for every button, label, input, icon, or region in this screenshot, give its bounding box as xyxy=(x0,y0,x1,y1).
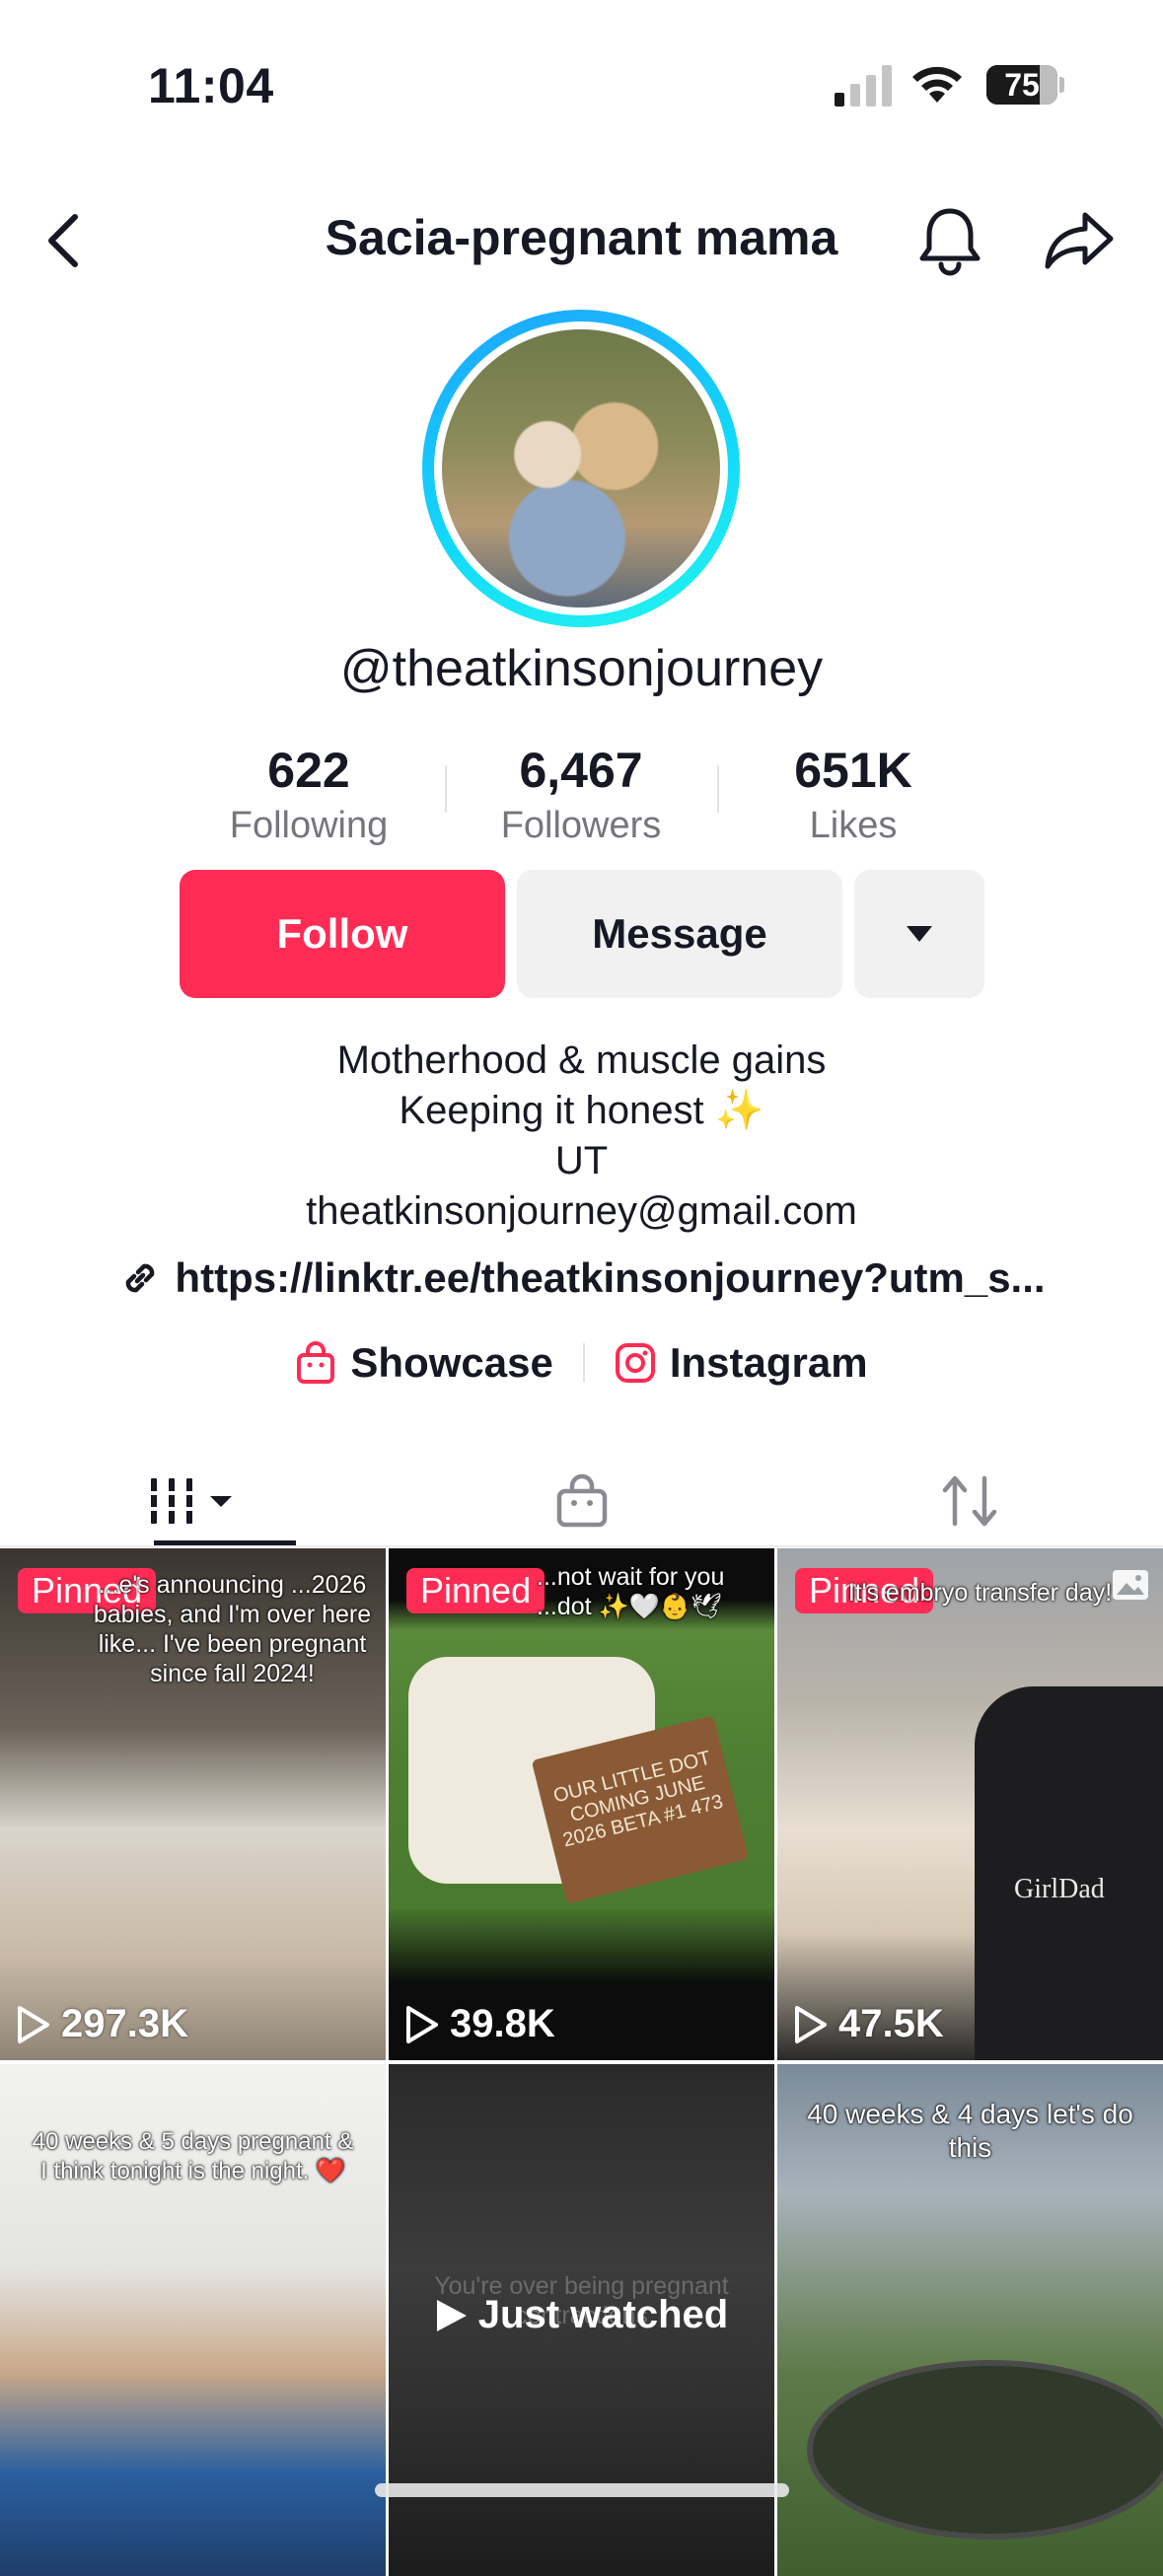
video-grid-icon xyxy=(146,1478,232,1524)
just-watched-label: Just watched xyxy=(389,2293,774,2337)
bio-link[interactable]: https://linktr.ee/theatkinsonjourney?utm… xyxy=(0,1254,1163,1302)
follow-button[interactable]: Follow xyxy=(180,870,505,998)
view-count-value: 297.3K xyxy=(61,2002,188,2045)
instagram-icon xyxy=(615,1343,655,1383)
showcase-label: Showcase xyxy=(350,1339,553,1386)
message-button[interactable]: Message xyxy=(517,870,842,998)
view-count-value: 39.8K xyxy=(450,2002,555,2045)
status-time: 11:04 xyxy=(148,58,274,113)
social-divider xyxy=(582,1343,585,1383)
stat-followers-value: 6,467 xyxy=(519,743,643,798)
avatar[interactable] xyxy=(422,310,740,627)
tab-reposts[interactable] xyxy=(775,1460,1163,1542)
stat-followers[interactable]: 6,467 Followers xyxy=(453,742,709,847)
video-tile[interactable]: GirlDad Pinned It's embryo transfer day!… xyxy=(777,1548,1163,2060)
video-caption: 40 weeks & 5 days pregnant & I think ton… xyxy=(32,2128,354,2184)
wifi-icon xyxy=(912,66,962,103)
stat-followers-label: Followers xyxy=(500,805,662,846)
instagram-label: Instagram xyxy=(669,1339,868,1386)
home-indicator xyxy=(375,2483,789,2497)
shirt-dark: GirlDad xyxy=(975,1686,1163,2060)
video-tile[interactable]: You're over being pregnant contractions … xyxy=(389,2064,774,2576)
play-icon xyxy=(18,2005,49,2043)
stat-likes-value: 651K xyxy=(794,743,912,798)
video-caption: It's embryo transfer day! xyxy=(847,1579,1113,1607)
tab-videos[interactable] xyxy=(0,1460,388,1542)
video-tile[interactable]: Pinned ...e's announcing ...2026 babies,… xyxy=(0,1548,386,2060)
stat-following-value: 622 xyxy=(267,743,350,798)
more-options-button[interactable] xyxy=(854,870,984,998)
view-count: 47.5K xyxy=(793,2002,944,2046)
username-handle: @theatkinsonjourney xyxy=(339,640,824,697)
trampoline xyxy=(807,2360,1163,2540)
bio-line: Keeping it honest ✨ xyxy=(399,1089,764,1132)
avatar-photo xyxy=(442,329,720,608)
social-links: Showcase Instagram xyxy=(0,1339,1163,1387)
tab-shop[interactable] xyxy=(388,1460,775,1542)
stat-following-label: Following xyxy=(229,805,389,846)
caret-down-icon xyxy=(907,926,932,942)
shopping-bag-icon xyxy=(556,1473,607,1528)
stat-likes[interactable]: 651K Likes xyxy=(725,742,981,847)
stat-divider xyxy=(717,765,719,813)
battery-tip xyxy=(1059,77,1064,93)
stat-likes-label: Likes xyxy=(809,805,898,846)
bio-email: theatkinsonjourney@gmail.com xyxy=(306,1189,857,1233)
play-icon xyxy=(436,2299,467,2331)
shopping-bag-icon xyxy=(297,1341,335,1384)
showcase-link[interactable]: Showcase xyxy=(295,1339,553,1387)
just-watched-text: Just watched xyxy=(477,2293,729,2336)
stat-following[interactable]: 622 Following xyxy=(181,742,437,847)
tabs-divider xyxy=(0,1545,1163,1547)
video-caption: ...e's announcing ...2026 babies, and I'… xyxy=(93,1571,372,1687)
video-tile[interactable]: 40 weeks & 4 days let's do this xyxy=(777,2064,1163,2576)
bell-icon[interactable] xyxy=(917,205,982,276)
share-icon[interactable] xyxy=(1044,209,1115,272)
view-count-value: 47.5K xyxy=(838,2002,944,2045)
repost-icon xyxy=(942,1475,996,1527)
bio-line: UT xyxy=(554,1139,609,1182)
shirt-text: GirlDad xyxy=(1014,1874,1105,1904)
play-icon xyxy=(795,2005,827,2043)
link-icon xyxy=(126,1263,155,1293)
view-count: 297.3K xyxy=(16,2002,188,2046)
video-tile[interactable]: 40 weeks & 5 days pregnant & I think ton… xyxy=(0,2064,386,2576)
photo-icon xyxy=(1113,1570,1148,1600)
video-tile[interactable]: OUR LITTLE DOT COMING JUNE 2026 BETA #1 … xyxy=(389,1548,774,2060)
profile-title: Sacia-pregnant mama xyxy=(325,210,838,265)
stat-divider xyxy=(445,765,447,813)
battery-icon: 75 xyxy=(986,65,1057,105)
instagram-link[interactable]: Instagram xyxy=(615,1339,868,1387)
bio-line: Motherhood & muscle gains xyxy=(336,1038,827,1082)
video-caption: 40 weeks & 4 days let's do this xyxy=(807,2099,1133,2163)
bio-link-text: https://linktr.ee/theatkinsonjourney?utm… xyxy=(175,1254,1046,1301)
view-count: 39.8K xyxy=(404,2002,555,2046)
video-caption: ...not wait for you ...dot ✨🤍👶🕊 xyxy=(537,1563,725,1620)
play-icon xyxy=(406,2005,438,2043)
battery-level: 75 xyxy=(1004,67,1040,103)
cellular-signal-icon xyxy=(835,65,892,107)
